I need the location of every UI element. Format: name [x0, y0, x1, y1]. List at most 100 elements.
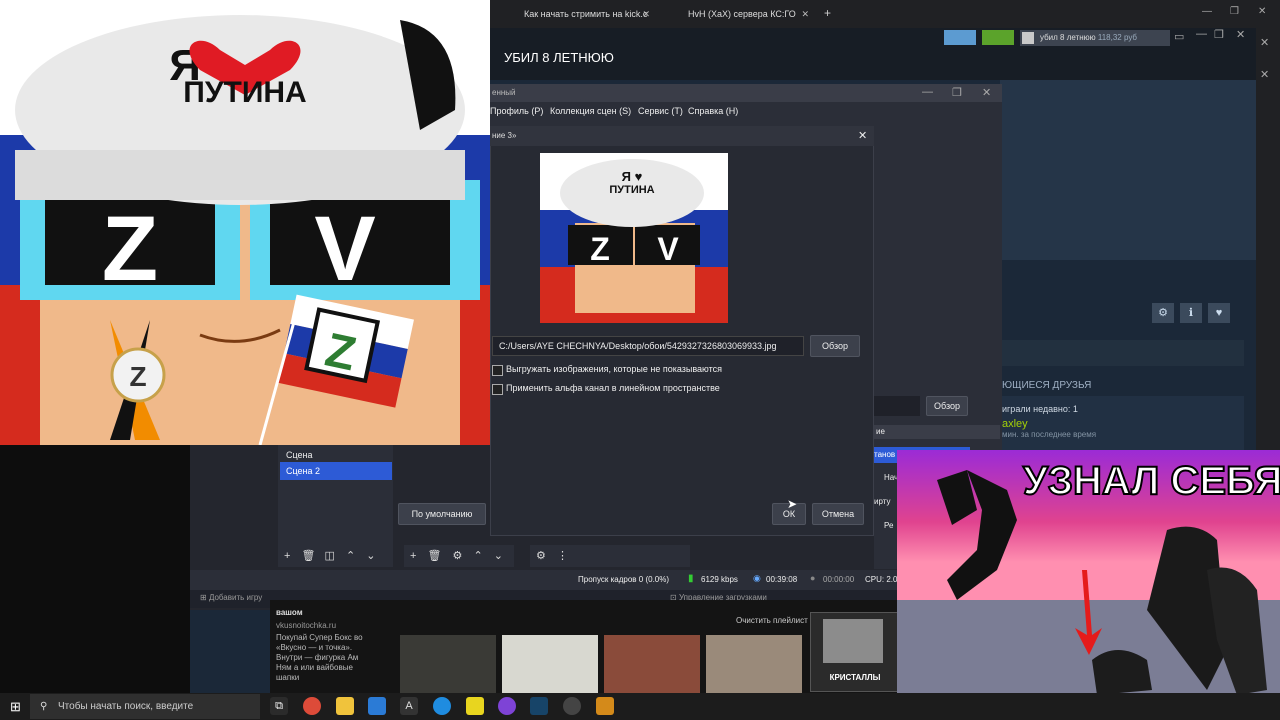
close-icon[interactable]: ✕: [1236, 28, 1245, 41]
filter-icon[interactable]: ◫: [325, 550, 335, 562]
add-icon[interactable]: +: [410, 550, 416, 562]
album-cover-selected[interactable]: КРИСТАЛЛЫ: [810, 612, 898, 692]
scene-item[interactable]: Сцена: [282, 447, 392, 463]
trash-icon[interactable]: 🗑: [428, 550, 442, 562]
close-icon[interactable]: ✕: [642, 4, 650, 24]
edge-icon[interactable]: [433, 697, 451, 715]
maximize-icon[interactable]: ❐: [1230, 6, 1239, 17]
close-icon[interactable]: ✕: [801, 4, 809, 24]
close-icon[interactable]: ✕: [858, 129, 867, 142]
gear-icon[interactable]: ⚙: [453, 550, 463, 562]
album-cover[interactable]: [502, 635, 598, 693]
close-window-icon[interactable]: ✕: [1258, 6, 1266, 17]
menu-help[interactable]: Справка (H): [688, 106, 738, 116]
obs-icon[interactable]: [563, 697, 581, 715]
alpha-checkbox[interactable]: Применить альфа канал в линейном простра…: [492, 383, 720, 395]
minimize-icon[interactable]: —: [922, 86, 933, 98]
browser-side-strip: ✕ ✕: [1256, 28, 1280, 450]
account-name: убил 8 летнюю: [1040, 33, 1096, 42]
folder-icon[interactable]: [336, 697, 354, 715]
announcement-button[interactable]: [944, 30, 976, 45]
friend-name[interactable]: axley: [1002, 418, 1028, 430]
chevron-down-icon[interactable]: ⌄: [494, 550, 503, 562]
studio-mode-button[interactable]: Ре: [884, 521, 893, 530]
discord-icon[interactable]: [498, 697, 516, 715]
store-icon[interactable]: [368, 697, 386, 715]
steam-header: УБИЛ 8 ЛЕТНЮЮ убил 8 летнюю 118,32 руб ▭…: [490, 28, 1280, 80]
menu-profile[interactable]: Профиль (P): [490, 106, 543, 116]
windows-start-icon[interactable]: ⊞: [10, 699, 21, 715]
task-view-icon[interactable]: ⧉: [270, 697, 288, 715]
add-game-link[interactable]: ⊞ Добавить игру: [200, 593, 262, 602]
browse-button-2[interactable]: Обзор: [926, 396, 968, 416]
add-icon[interactable]: +: [284, 550, 290, 562]
minimize-icon[interactable]: —: [1202, 6, 1212, 17]
browser-tab-hvh[interactable]: HvH (XaX) сервера КС:ГО ✕: [668, 4, 813, 24]
cpu-usage: CPU: 2.0: [865, 575, 898, 584]
dock-header: ие: [874, 425, 1000, 439]
unload-label: Выгружать изображения, которые не показы…: [506, 364, 722, 374]
played-recently: играли недавно: 1: [1002, 404, 1078, 414]
info-icon[interactable]: ℹ: [1180, 303, 1202, 323]
minimize-icon[interactable]: —: [1196, 28, 1207, 40]
meme-image-left: Z V Я ПУТИНА Z Z: [0, 0, 490, 445]
more-icon[interactable]: ⋮: [557, 550, 568, 562]
chevron-down-icon[interactable]: ⌄: [366, 550, 375, 562]
maximize-icon[interactable]: ❐: [952, 86, 962, 99]
csgo-icon[interactable]: [596, 697, 614, 715]
search-placeholder: Чтобы начать поиск, введите: [58, 701, 194, 712]
cap-text-line2: ПУТИНА: [183, 76, 306, 109]
record-time: 00:00:00: [823, 575, 855, 584]
profile-banner: [1000, 80, 1256, 260]
monitor-icon[interactable]: ▭: [1174, 30, 1184, 43]
meme-caption: УЗНАЛ СЕБЯ?: [1023, 459, 1280, 503]
stream-time: 00:39:08: [766, 575, 798, 584]
trash-icon[interactable]: 🗑: [302, 550, 316, 562]
glasses-letter-v: V: [314, 198, 375, 300]
album-cover[interactable]: [604, 635, 700, 693]
app-icon[interactable]: [466, 697, 484, 715]
ad-title: вашом: [276, 608, 303, 617]
defaults-button[interactable]: По умолчанию: [398, 503, 486, 525]
obs-statusbar: Пропуск кадров 0 (0.0%) ▮ 6129 kbps ◉ 00…: [190, 570, 900, 590]
album-art: [823, 619, 883, 663]
file-path-field[interactable]: C:/Users/AYE CHECHNYA/Desktop/обои/54293…: [492, 336, 804, 356]
close-icon[interactable]: ✕: [1260, 36, 1269, 49]
dialog-title: ние 3»: [492, 131, 517, 140]
chevron-up-icon[interactable]: ⌃: [473, 550, 482, 562]
signal-icon: ▮: [688, 573, 694, 584]
cancel-button[interactable]: Отмена: [812, 503, 864, 525]
menu-tools[interactable]: Сервис (T): [638, 106, 683, 116]
heart-icon[interactable]: ♥: [1208, 303, 1230, 323]
gear-icon[interactable]: ⚙: [536, 550, 546, 562]
gear-icon[interactable]: ⚙: [1152, 303, 1174, 323]
menu-scene-collection[interactable]: Коллекция сцен (S): [550, 106, 631, 116]
new-tab-button[interactable]: +: [824, 6, 831, 20]
browse-button[interactable]: Обзор: [810, 335, 860, 357]
steam-icon[interactable]: [530, 697, 548, 715]
text-field[interactable]: [874, 396, 920, 416]
clear-playlist-button[interactable]: Очистить плейлист: [736, 616, 808, 625]
app-icon[interactable]: A: [400, 697, 418, 715]
steam-profile-body: ⚙ ℹ ♥ ЮЩИЕСЯ ДРУЗЬЯ играли недавно: 1 ax…: [1000, 80, 1256, 450]
close-icon[interactable]: ✕: [1260, 68, 1269, 81]
obs-menubar: Профиль (P) Коллекция сцен (S) Сервис (T…: [490, 102, 1002, 122]
friends-panel: играли недавно: 1 axley мин. за последне…: [1000, 396, 1244, 450]
virtual-cam-button[interactable]: ирту: [874, 497, 891, 506]
album-cover[interactable]: [706, 635, 802, 693]
unload-checkbox[interactable]: Выгружать изображения, которые не показы…: [492, 364, 722, 376]
album-cover[interactable]: [400, 635, 496, 693]
close-icon[interactable]: ✕: [982, 86, 991, 99]
notifications-button[interactable]: [982, 30, 1014, 45]
search-box[interactable]: ⚲ Чтобы начать поиск, введите: [30, 694, 260, 719]
scene-item-selected[interactable]: Сцена 2: [280, 462, 392, 480]
ad-text: Покупай Супер Бокс во «Вкусно — и точка»…: [276, 633, 363, 682]
ad-site[interactable]: vkusnoitochka.ru: [276, 621, 336, 630]
chrome-icon[interactable]: [303, 697, 321, 715]
maximize-icon[interactable]: ❐: [1214, 28, 1224, 41]
browser-tab-kick[interactable]: Как начать стримить на kick.c ✕: [504, 4, 654, 24]
album-label: КРИСТАЛЛЫ: [829, 673, 881, 682]
mouse-cursor-icon: ➤: [787, 497, 798, 511]
chevron-up-icon[interactable]: ⌃: [346, 550, 355, 562]
account-menu[interactable]: убил 8 летнюю 118,32 руб: [1020, 30, 1170, 46]
